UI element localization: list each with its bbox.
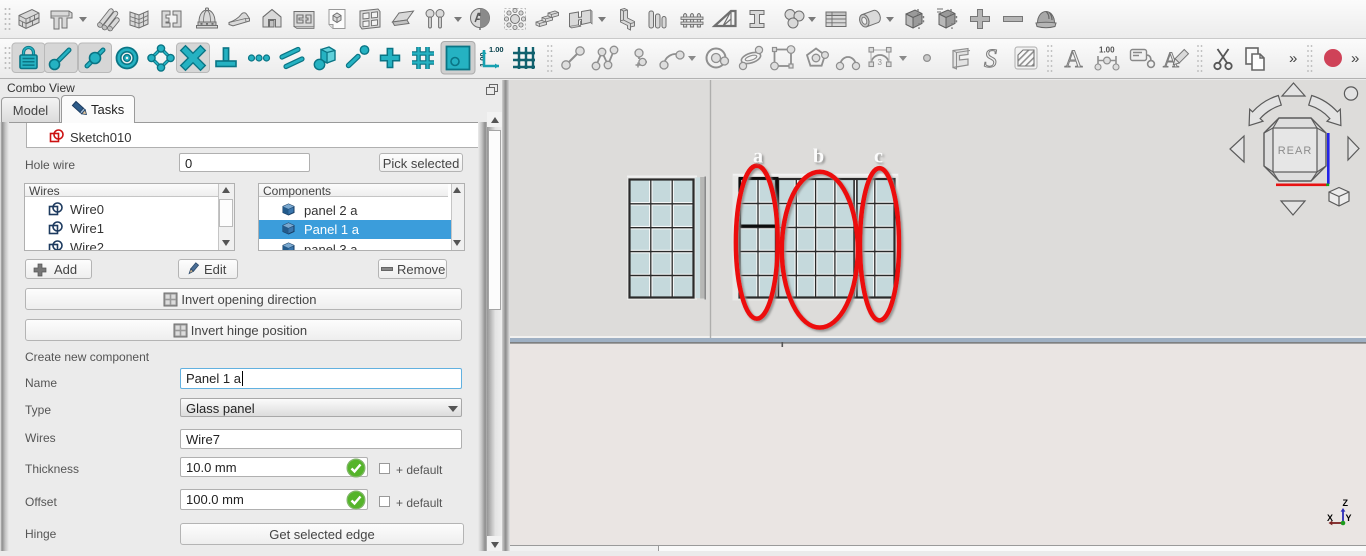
svg-text:»: » xyxy=(1351,50,1359,67)
svg-text:c: c xyxy=(874,146,883,168)
svg-text:S: S xyxy=(984,44,997,73)
svg-text:a: a xyxy=(753,146,763,168)
svg-text:1.00: 1.00 xyxy=(1099,46,1115,55)
svg-text:b: b xyxy=(813,146,824,168)
svg-text:1.00: 1.00 xyxy=(489,45,504,54)
svg-text:X: X xyxy=(1327,513,1333,523)
svg-text:3: 3 xyxy=(878,58,883,67)
svg-text:»: » xyxy=(1289,50,1297,67)
svg-text:A: A xyxy=(1065,46,1083,73)
svg-text:Z: Z xyxy=(1343,498,1349,508)
svg-text:Y: Y xyxy=(1346,513,1352,523)
svg-text:REAR: REAR xyxy=(1278,145,1313,157)
